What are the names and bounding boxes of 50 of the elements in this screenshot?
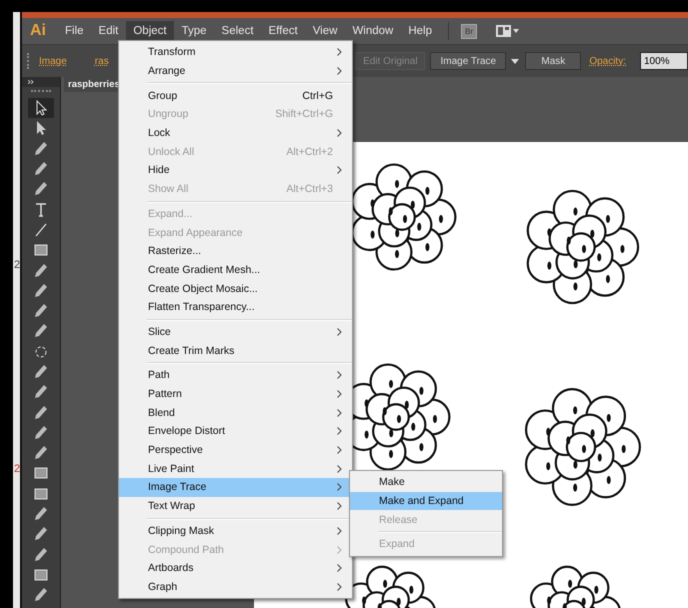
opacity-link[interactable]: Opacity:	[589, 56, 626, 66]
pencil-tool-icon	[33, 282, 49, 299]
menu-item[interactable]: Live Paint	[119, 459, 352, 478]
menu-item[interactable]: Window	[345, 21, 400, 41]
menu-item[interactable]: Effect	[262, 21, 305, 41]
menu-item[interactable]: View	[306, 21, 344, 41]
type-tool-icon	[33, 202, 49, 218]
menu-item[interactable]: Graph	[119, 578, 352, 596]
menu-item[interactable]: Make	[350, 473, 502, 492]
file-link[interactable]: ras	[94, 56, 109, 66]
tool-button[interactable]	[28, 98, 54, 118]
menu-item[interactable]: Create Gradient Mesh...	[119, 260, 352, 280]
menu-item[interactable]: Slice	[119, 322, 352, 342]
menu-item[interactable]: Lock	[119, 124, 352, 142]
menu-item[interactable]: Help	[401, 21, 439, 41]
dropdown-caret-icon[interactable]	[511, 58, 520, 64]
mask-button[interactable]: Mask	[525, 52, 582, 70]
menu-item[interactable]: Pattern	[119, 384, 352, 404]
digit-label: 2	[14, 258, 21, 272]
menu-item[interactable]: Blend	[119, 403, 352, 422]
menu-item[interactable]: Perspective	[119, 440, 352, 460]
bridge-button[interactable]: Br	[461, 24, 477, 38]
digit-label: 2	[14, 462, 21, 476]
menu-item[interactable]: Select	[214, 21, 261, 41]
collapse-icon[interactable]	[28, 80, 34, 84]
menu-item[interactable]: Text Wrap	[119, 496, 352, 516]
menu-item[interactable]: Make and Expand	[350, 492, 502, 510]
opacity-field[interactable]: 100%	[640, 52, 688, 70]
menu-item[interactable]: Path	[119, 366, 352, 385]
menu-item[interactable]: Type	[174, 21, 214, 41]
menu-item[interactable]: Create Trim Marks	[119, 341, 352, 360]
image-link[interactable]: Image	[39, 56, 67, 66]
image-trace-button[interactable]: Image Trace	[430, 52, 506, 70]
menu-item[interactable]: File	[58, 21, 91, 41]
rotate-tool-icon	[33, 344, 49, 360]
menu-item[interactable]: Envelope Distort	[119, 422, 352, 441]
menu-item[interactable]: Edit	[92, 21, 126, 41]
workspace-layout-icon[interactable]	[495, 24, 519, 38]
menu-item[interactable]: Transform	[119, 43, 352, 62]
line-tool-icon	[33, 222, 49, 238]
menu-item[interactable]: Artboards	[119, 558, 352, 578]
menu-item[interactable]: Object	[126, 21, 174, 41]
menu-item[interactable]: Image Trace	[119, 478, 352, 497]
menu-item[interactable]: Clipping Mask	[119, 522, 352, 540]
menu-item[interactable]: Hide	[119, 161, 352, 180]
menu-item[interactable]: Rasterize...	[119, 242, 352, 261]
app-logo: Ai	[30, 22, 46, 40]
menu-item[interactable]: Create Object Mosaic...	[119, 279, 352, 298]
menu-item[interactable]: Flatten Transparency...	[119, 298, 352, 317]
rect-tool-icon	[33, 242, 49, 258]
